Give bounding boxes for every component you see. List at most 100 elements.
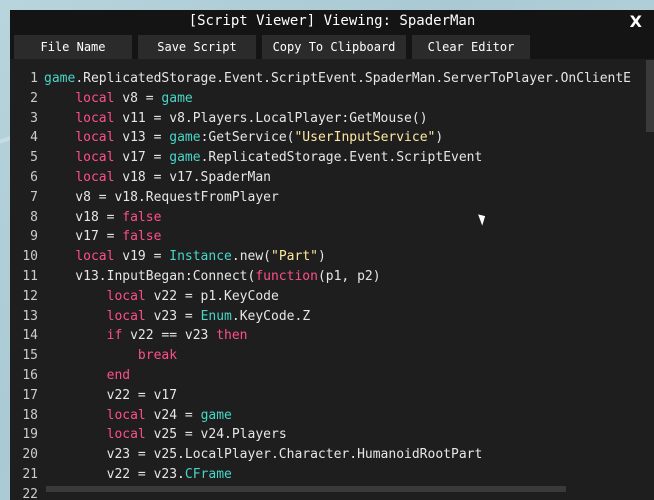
line-number: 7 <box>30 189 38 205</box>
code-token: v25 = v24.Players <box>145 427 287 443</box>
code-token: .ReplicatedStorage.Event.ScriptEvent.Spa… <box>75 71 632 86</box>
line-number: 21 <box>22 467 38 482</box>
code-token: local <box>106 407 146 423</box>
line-number: 18 <box>22 407 38 423</box>
menu-bar: File Name Save Script Copy To Clipboard … <box>10 35 654 59</box>
line-number: 17 <box>22 387 38 403</box>
code-token: v11 = v8.Players.LocalPlayer:GetMouse() <box>114 110 428 126</box>
line-number: 11 <box>22 269 38 284</box>
code-token: game <box>169 130 201 146</box>
close-button[interactable]: X <box>630 12 642 31</box>
code-token: .ReplicatedStorage.Event.ScriptEvent <box>200 150 483 166</box>
code-token: function <box>255 269 318 284</box>
code-token: then <box>216 328 248 344</box>
code-token: v24 = <box>145 407 201 423</box>
line-number: 13 <box>22 308 38 324</box>
code-token: local <box>75 150 115 166</box>
file-name-button[interactable]: File Name <box>14 35 132 59</box>
title-bar[interactable]: [Script Viewer] Viewing: SpaderMan X <box>10 10 654 35</box>
line-number: 22 <box>22 486 38 500</box>
code-token: local <box>106 288 146 304</box>
line-number: 4 <box>30 130 38 146</box>
code-token: v18 = <box>44 209 123 225</box>
code-text: v22 = v23.CFrame <box>44 465 232 485</box>
code-token: local <box>75 130 115 146</box>
code-token: "UserInputService" <box>294 130 436 146</box>
line-number: 6 <box>30 170 38 185</box>
code-token: ) <box>435 130 444 146</box>
line-number: 3 <box>30 110 38 126</box>
clear-editor-button[interactable]: Clear Editor <box>412 35 530 59</box>
code-text: local v25 = v24.Players <box>44 425 287 445</box>
code-text: if v22 == v23 then <box>44 326 248 346</box>
code-token: :GetService( <box>200 130 295 146</box>
code-text: v13.InputBegan:Connect(function(p1, p2) <box>44 267 381 287</box>
code-token: local <box>75 249 115 265</box>
code-text: v18 = false <box>44 208 161 228</box>
code-text: local v22 = p1.KeyCode <box>44 287 279 307</box>
line-number: 14 <box>22 328 38 344</box>
line-number: 9 <box>30 229 38 245</box>
code-token: game <box>161 90 193 106</box>
code-token: v19 = <box>114 249 170 265</box>
code-text: end <box>44 366 130 386</box>
code-token: "Part" <box>271 249 318 265</box>
code-text: local v17 = game.ReplicatedStorage.Event… <box>44 148 482 168</box>
line-number: 10 <box>22 249 38 265</box>
code-editor[interactable]: 1 game.ReplicatedStorage.Event.ScriptEven… <box>10 59 654 500</box>
code-token: Enum <box>200 308 232 324</box>
code-token: game <box>44 71 76 86</box>
code-token: v17 = <box>44 229 123 245</box>
code-token: v22 = p1.KeyCode <box>145 288 279 304</box>
code-token: v22 = v23. <box>44 467 185 482</box>
code-token: end <box>106 368 131 383</box>
code-token: (p1, p2) <box>317 269 381 284</box>
code-token: .new( <box>231 249 272 265</box>
code-token: ) <box>317 249 326 265</box>
vertical-scrollbar[interactable] <box>646 60 654 132</box>
script-viewer-window: [Script Viewer] Viewing: SpaderMan X Fil… <box>10 10 654 500</box>
code-token: v13.InputBegan:Connect( <box>44 269 256 284</box>
line-number: 20 <box>22 447 38 463</box>
code-token: local <box>75 90 115 106</box>
line-number: 8 <box>30 209 38 225</box>
code-token: v17 = <box>114 150 170 166</box>
line-number: 16 <box>22 368 38 383</box>
code-text: v8 = v18.RequestFromPlayer <box>44 188 279 208</box>
code-text: v23 = v25.LocalPlayer.Character.Humanoid… <box>44 445 483 465</box>
code-text: v22 = v17 <box>44 386 177 406</box>
code-text: break <box>44 346 177 366</box>
save-script-button[interactable]: Save Script <box>138 35 256 59</box>
code-text: game.ReplicatedStorage.Event.ScriptEvent… <box>44 69 631 89</box>
code-text: local v18 = v17.SpaderMan <box>44 168 271 188</box>
code-token: v13 = <box>114 130 170 146</box>
code-token: game <box>200 407 232 423</box>
code-text: local v13 = game:GetService("UserInputSe… <box>44 128 443 148</box>
code-text: local v8 = game <box>44 89 193 109</box>
code-token: v18 = v17.SpaderMan <box>114 170 271 185</box>
copy-to-clipboard-button[interactable]: Copy To Clipboard <box>262 35 406 59</box>
code-token: game <box>169 150 201 166</box>
horizontal-scrollbar[interactable] <box>46 486 566 492</box>
code-token: v23 = v25.LocalPlayer.Character.Humanoid… <box>44 447 483 463</box>
code-token: break <box>137 348 178 364</box>
code-token: v23 = <box>145 308 201 324</box>
code-token: local <box>75 170 115 185</box>
code-text: local v23 = Enum.KeyCode.Z <box>44 307 311 327</box>
code-token: v8 = <box>114 90 162 106</box>
code-text: v17 = false <box>44 227 161 247</box>
code-token: false <box>122 209 162 225</box>
code-token: CFrame <box>184 467 232 482</box>
code-token: v22 == v23 <box>122 328 217 344</box>
